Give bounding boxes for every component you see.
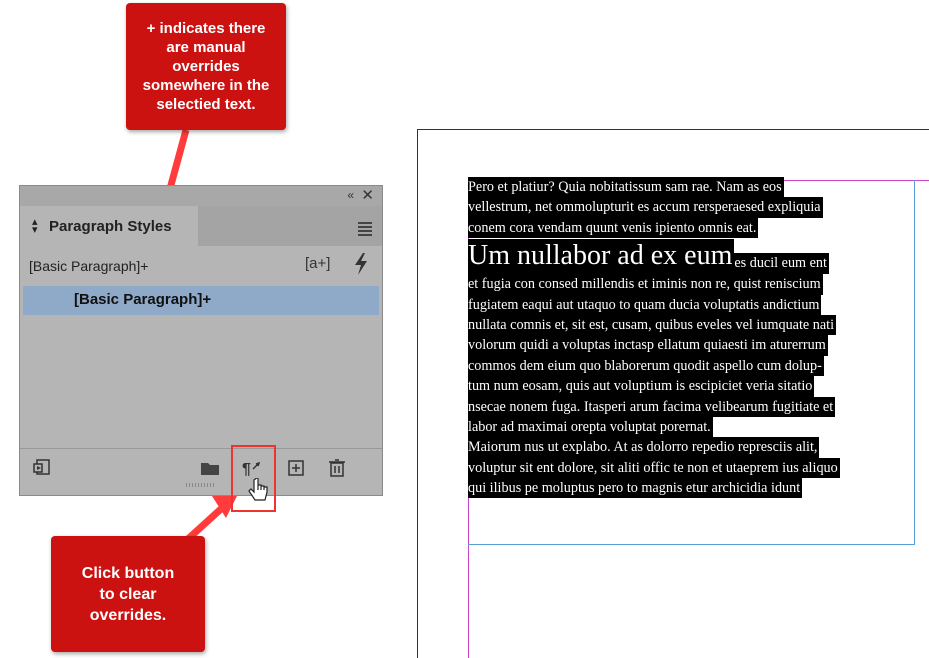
- text-line: Pero et platiur? Quia nobitatissum sam r…: [468, 177, 784, 198]
- collapse-icon[interactable]: «: [347, 188, 354, 202]
- new-style-from-override-icon[interactable]: [a+]: [305, 255, 330, 272]
- list-item[interactable]: [Basic Paragraph]+: [23, 286, 379, 315]
- text-line: labor ad maximai orepta voluptat porerna…: [468, 416, 713, 438]
- resize-grip[interactable]: [186, 483, 216, 487]
- text-line: Maiorum nus ut explabo. At as dolorro re…: [468, 437, 820, 458]
- current-style-name: [Basic Paragraph]+: [29, 258, 149, 274]
- expand-collapse-icon[interactable]: ▴ ▾: [32, 217, 38, 236]
- heading-run: Um nullabor ad ex eum: [468, 239, 735, 275]
- panel-title-bar[interactable]: « ✕: [20, 186, 382, 206]
- paragraph-styles-panel: « ✕ ▴ ▾ Paragraph Styles [Basic Paragraph…: [19, 185, 383, 496]
- text-line: qui ilibus pe moluptus pero to magnis et…: [468, 478, 803, 499]
- tab-paragraph-styles[interactable]: ▴ ▾ Paragraph Styles: [20, 206, 198, 246]
- overrides-callout: + indicates there are manual overrides s…: [126, 3, 286, 130]
- text-line: fugiatem eaqui aut utaquo to quam ducia …: [468, 294, 822, 315]
- panel-menu-icon[interactable]: [358, 222, 372, 238]
- load-styles-icon[interactable]: [31, 457, 53, 479]
- quick-apply-icon[interactable]: [353, 253, 369, 275]
- panel-tab-row: ▴ ▾ Paragraph Styles: [20, 206, 382, 246]
- selected-text[interactable]: Pero et platiur? Quia nobitatissum sam r…: [468, 177, 928, 499]
- text-line: es ducil eum ent: [734, 252, 829, 275]
- panel-footer: ¶: [20, 448, 382, 489]
- hand-cursor-icon: [248, 478, 268, 501]
- styles-list: [Basic Paragraph]+: [23, 283, 379, 447]
- text-line: volorum quidi a voluptas inctasp ellatum…: [468, 335, 828, 356]
- clear-overrides-callout: Click button to clear overrides.: [51, 536, 205, 652]
- current-style-row: [Basic Paragraph]+ [a+]: [20, 252, 382, 280]
- text-line: nullata comnis et, sit est, cusam, quibu…: [468, 314, 837, 336]
- text-line: et fugia con consed millendis et iminis …: [468, 274, 823, 295]
- text-line: tum num eosam, quis aut voluptium is esc…: [468, 376, 815, 397]
- clear-overrides-callout-text: Click button to clear overrides.: [81, 564, 175, 624]
- text-line: voluptur sit ent dolore, sit aliti offic…: [468, 457, 840, 479]
- panel-title: Paragraph Styles: [49, 218, 172, 235]
- text-line: nsecae nonem fuga. Itasperi arum facima …: [468, 396, 836, 417]
- list-item-label: [Basic Paragraph]+: [74, 291, 212, 308]
- folder-icon[interactable]: [199, 457, 221, 479]
- overrides-callout-text: + indicates there are manual overrides s…: [142, 20, 270, 113]
- new-style-icon[interactable]: [285, 457, 307, 479]
- text-line: commos dem eium quo blaborerum quodit as…: [468, 355, 824, 377]
- text-line: vellestrum, net ommolupturit es accum re…: [468, 197, 823, 218]
- close-icon[interactable]: ✕: [361, 186, 374, 204]
- delete-icon[interactable]: [326, 457, 348, 479]
- text-line: conem cora vendam quunt venis ipiento om…: [468, 217, 759, 239]
